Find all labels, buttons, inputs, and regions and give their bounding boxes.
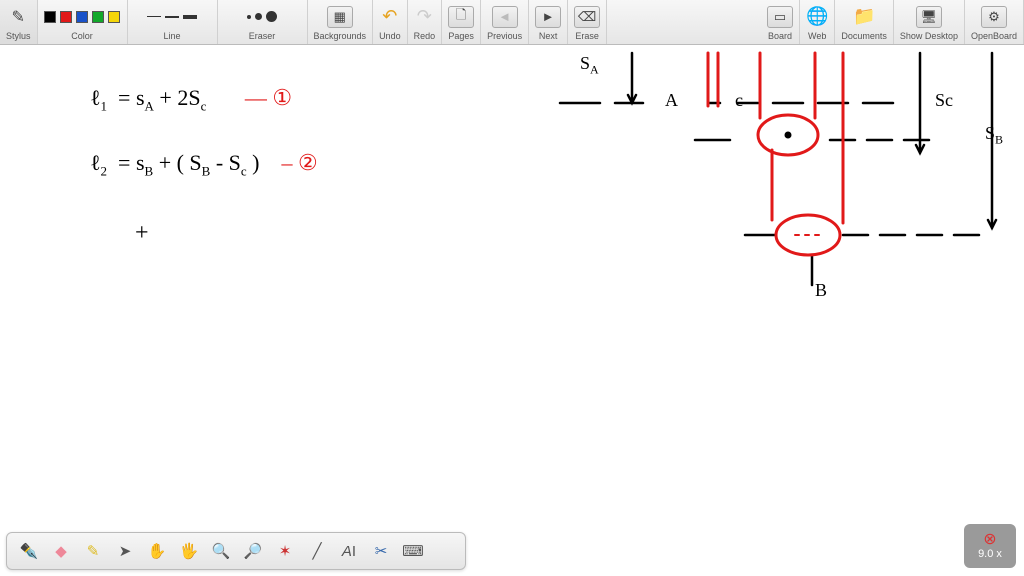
capture-tool[interactable]: ✂: [367, 537, 395, 565]
desktop-icon: 🖥: [916, 6, 942, 28]
grid-icon: ▦: [327, 6, 353, 28]
undo-icon: ↶: [382, 6, 397, 27]
swatch-red[interactable]: [60, 11, 72, 23]
next-icon: ►: [535, 6, 561, 28]
main-toolbar: ✎ Stylus Color Line Eraser ▦ Backgrounds: [0, 0, 1024, 45]
redo-icon: ↷: [417, 6, 432, 27]
equation-2: ℓ2 = sB + ( SB - Sc ) – ②: [90, 150, 318, 179]
swatch-yellow[interactable]: [108, 11, 120, 23]
documents-tool[interactable]: 📁 Documents: [835, 0, 894, 44]
eraser-btn[interactable]: ◆: [47, 537, 75, 565]
stylus-tool[interactable]: ✎ Stylus: [0, 0, 38, 44]
hand-select-tool[interactable]: ✋: [143, 537, 171, 565]
hand-pan-tool[interactable]: 🖐: [175, 537, 203, 565]
swatch-black[interactable]: [44, 11, 56, 23]
highlighter-tool[interactable]: ✎: [79, 537, 107, 565]
line-thick[interactable]: [183, 15, 197, 19]
line-label: Line: [164, 31, 181, 41]
undo-label: Undo: [379, 31, 401, 41]
label-B: B: [815, 280, 827, 301]
documents-label: Documents: [841, 31, 887, 41]
globe-icon: 🌐: [806, 6, 828, 27]
plus-sign: +: [135, 220, 149, 247]
line-draw-tool[interactable]: ╱: [303, 537, 331, 565]
show-desktop-label: Show Desktop: [900, 31, 958, 41]
pages-label: Pages: [448, 31, 474, 41]
backgrounds-tool[interactable]: ▦ Backgrounds: [308, 0, 374, 44]
equation-1: ℓ1 = sA + 2Sc — ①: [90, 85, 292, 114]
label-A: A: [665, 90, 678, 111]
stylus-label: Stylus: [6, 31, 31, 41]
eraser-md[interactable]: [255, 13, 262, 20]
openboard-tool[interactable]: ⚙ OpenBoard: [965, 0, 1024, 44]
gear-icon: ⚙: [981, 6, 1007, 28]
label-C: c: [735, 90, 743, 111]
pages-tool[interactable]: 🗋 Pages: [442, 0, 481, 44]
eq2-tag: – ②: [282, 150, 318, 175]
zoom-reset-icon: ⊗: [983, 532, 996, 548]
eraser-label: Eraser: [249, 31, 276, 41]
zoom-indicator[interactable]: ⊗ 9.0 x: [964, 524, 1016, 568]
eraser-sm[interactable]: [247, 15, 251, 19]
swatch-green[interactable]: [92, 11, 104, 23]
color-label: Color: [71, 31, 93, 41]
openboard-label: OpenBoard: [971, 31, 1017, 41]
page-add-icon: 🗋: [448, 6, 474, 28]
line-thin[interactable]: [147, 16, 161, 17]
redo-tool[interactable]: ↷ Redo: [408, 0, 443, 44]
next-tool[interactable]: ► Next: [529, 0, 568, 44]
label-SA: SA: [580, 53, 599, 78]
board-icon: ▭: [767, 6, 793, 28]
web-tool[interactable]: 🌐 Web: [800, 0, 835, 44]
redo-label: Redo: [414, 31, 436, 41]
pen-tool[interactable]: ✒️: [15, 537, 43, 565]
undo-tool[interactable]: ↶ Undo: [373, 0, 408, 44]
whiteboard-canvas[interactable]: ℓ1 = sA + 2Sc — ① ℓ2 = sB + ( SB - Sc ) …: [0, 45, 1024, 525]
label-SC: Sc: [935, 90, 953, 111]
color-tool[interactable]: Color: [38, 0, 128, 44]
eq1-tag: — ①: [245, 85, 292, 110]
line-tool[interactable]: Line: [128, 0, 218, 44]
board-label: Board: [768, 31, 792, 41]
stylus-toolbar: ✒️ ◆ ✎ ➤ ✋ 🖐 🔍 🔎 ✶ ╱ AI ✂ ⌨: [6, 532, 466, 570]
laser-tool[interactable]: ✶: [271, 537, 299, 565]
board-tool[interactable]: ▭ Board: [761, 0, 800, 44]
line-med[interactable]: [165, 16, 179, 18]
previous-label: Previous: [487, 31, 522, 41]
swatch-blue[interactable]: [76, 11, 88, 23]
erase-icon: ⌫: [574, 6, 600, 28]
zoom-value: 9.0 x: [978, 548, 1002, 560]
show-desktop-tool[interactable]: 🖥 Show Desktop: [894, 0, 965, 44]
keyboard-tool[interactable]: ⌨: [399, 537, 427, 565]
backgrounds-label: Backgrounds: [314, 31, 367, 41]
next-label: Next: [539, 31, 558, 41]
zoom-in-tool[interactable]: 🔍: [207, 537, 235, 565]
web-label: Web: [808, 31, 826, 41]
eraser-tool[interactable]: Eraser: [218, 0, 308, 44]
erase-tool[interactable]: ⌫ Erase: [568, 0, 607, 44]
text-tool[interactable]: AI: [335, 537, 363, 565]
pointer-tool[interactable]: ➤: [111, 537, 139, 565]
previous-tool[interactable]: ◄ Previous: [481, 0, 529, 44]
label-SB: SB: [985, 123, 1003, 148]
prev-icon: ◄: [492, 6, 518, 28]
erase-label: Erase: [575, 31, 599, 41]
zoom-out-tool[interactable]: 🔎: [239, 537, 267, 565]
eraser-lg[interactable]: [266, 11, 277, 22]
folder-icon: 📁: [853, 6, 875, 27]
toolbar-spacer: [607, 0, 761, 44]
